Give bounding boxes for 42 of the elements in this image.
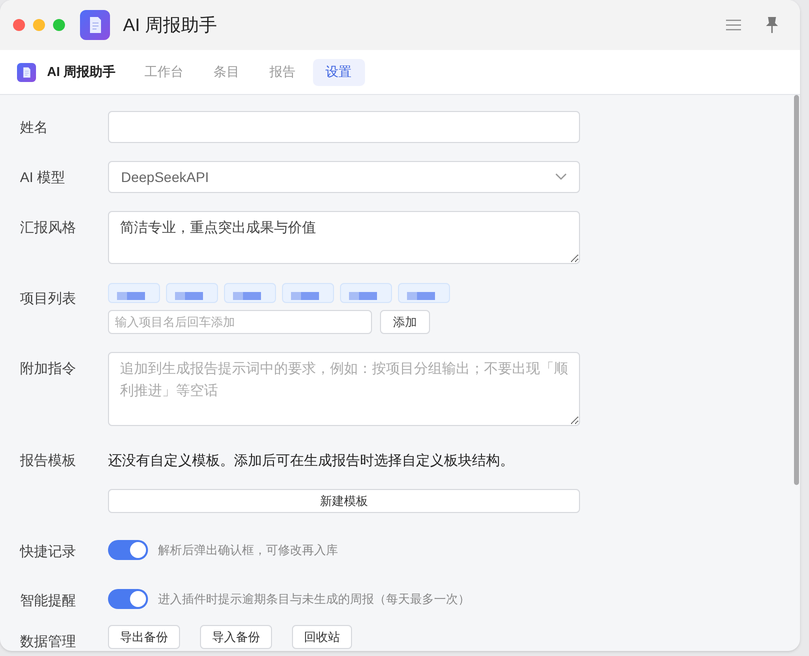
toggle-hint: 进入插件时提示逾期条目与未生成的周报（每天最多一次） xyxy=(158,591,470,608)
document-icon xyxy=(17,62,36,82)
template-note: 还没有自定义模板。添加后可在生成报告时选择自定义板块结构。 xyxy=(108,451,515,470)
menu-icon[interactable] xyxy=(726,19,741,31)
project-tag xyxy=(340,283,392,303)
brand-name: AI 周报助手 xyxy=(47,63,116,82)
nav-tab[interactable]: 设置 xyxy=(312,58,365,86)
setting-label: 项目列表 xyxy=(20,289,77,308)
chevron-down-icon xyxy=(555,173,567,181)
project-tag xyxy=(108,283,160,303)
text-area[interactable]: 简洁专业，重点突出成果与价值 xyxy=(108,211,580,264)
setting-label: 报告模板 xyxy=(20,451,77,470)
setting-label: 数据管理 xyxy=(20,632,77,651)
toggle-hint: 解析后弹出确认框，可修改再入库 xyxy=(158,542,338,559)
setting-label: 智能提醒 xyxy=(20,591,77,610)
close-button[interactable] xyxy=(13,19,25,31)
toggle-switch[interactable] xyxy=(108,540,148,560)
setting-label: 汇报风格 xyxy=(20,218,77,237)
zoom-button[interactable] xyxy=(53,19,65,31)
window-title: AI 周报助手 xyxy=(123,14,218,36)
setting-label: AI 模型 xyxy=(20,168,66,187)
scrollbar[interactable] xyxy=(794,95,799,485)
project-tag xyxy=(224,283,276,303)
text-area[interactable]: 追加到生成报告提示词中的要求，例如：按项目分组输出；不要出现「顺利推进」等空话 xyxy=(108,352,580,426)
model-select[interactable]: DeepSeekAPI xyxy=(108,161,580,193)
project-tag xyxy=(166,283,218,303)
setting-label: 快捷记录 xyxy=(20,542,77,561)
project-tag xyxy=(398,283,450,303)
minimize-button[interactable] xyxy=(33,19,45,31)
setting-label: 附加指令 xyxy=(20,359,77,378)
data-button[interactable]: 导出备份 xyxy=(108,625,180,649)
new-template-button[interactable]: 新建模板 xyxy=(108,489,580,513)
setting-label: 姓名 xyxy=(20,118,49,137)
add-button[interactable]: 添加 xyxy=(380,310,430,334)
project-tag xyxy=(282,283,334,303)
toggle-switch[interactable] xyxy=(108,589,148,609)
project-name-field[interactable]: 输入项目名后回车添加 xyxy=(108,310,372,334)
document-icon xyxy=(80,10,110,40)
name-field[interactable] xyxy=(108,111,580,143)
data-button[interactable]: 回收站 xyxy=(292,625,352,649)
data-button[interactable]: 导入备份 xyxy=(200,625,272,649)
pin-icon[interactable] xyxy=(765,16,779,34)
